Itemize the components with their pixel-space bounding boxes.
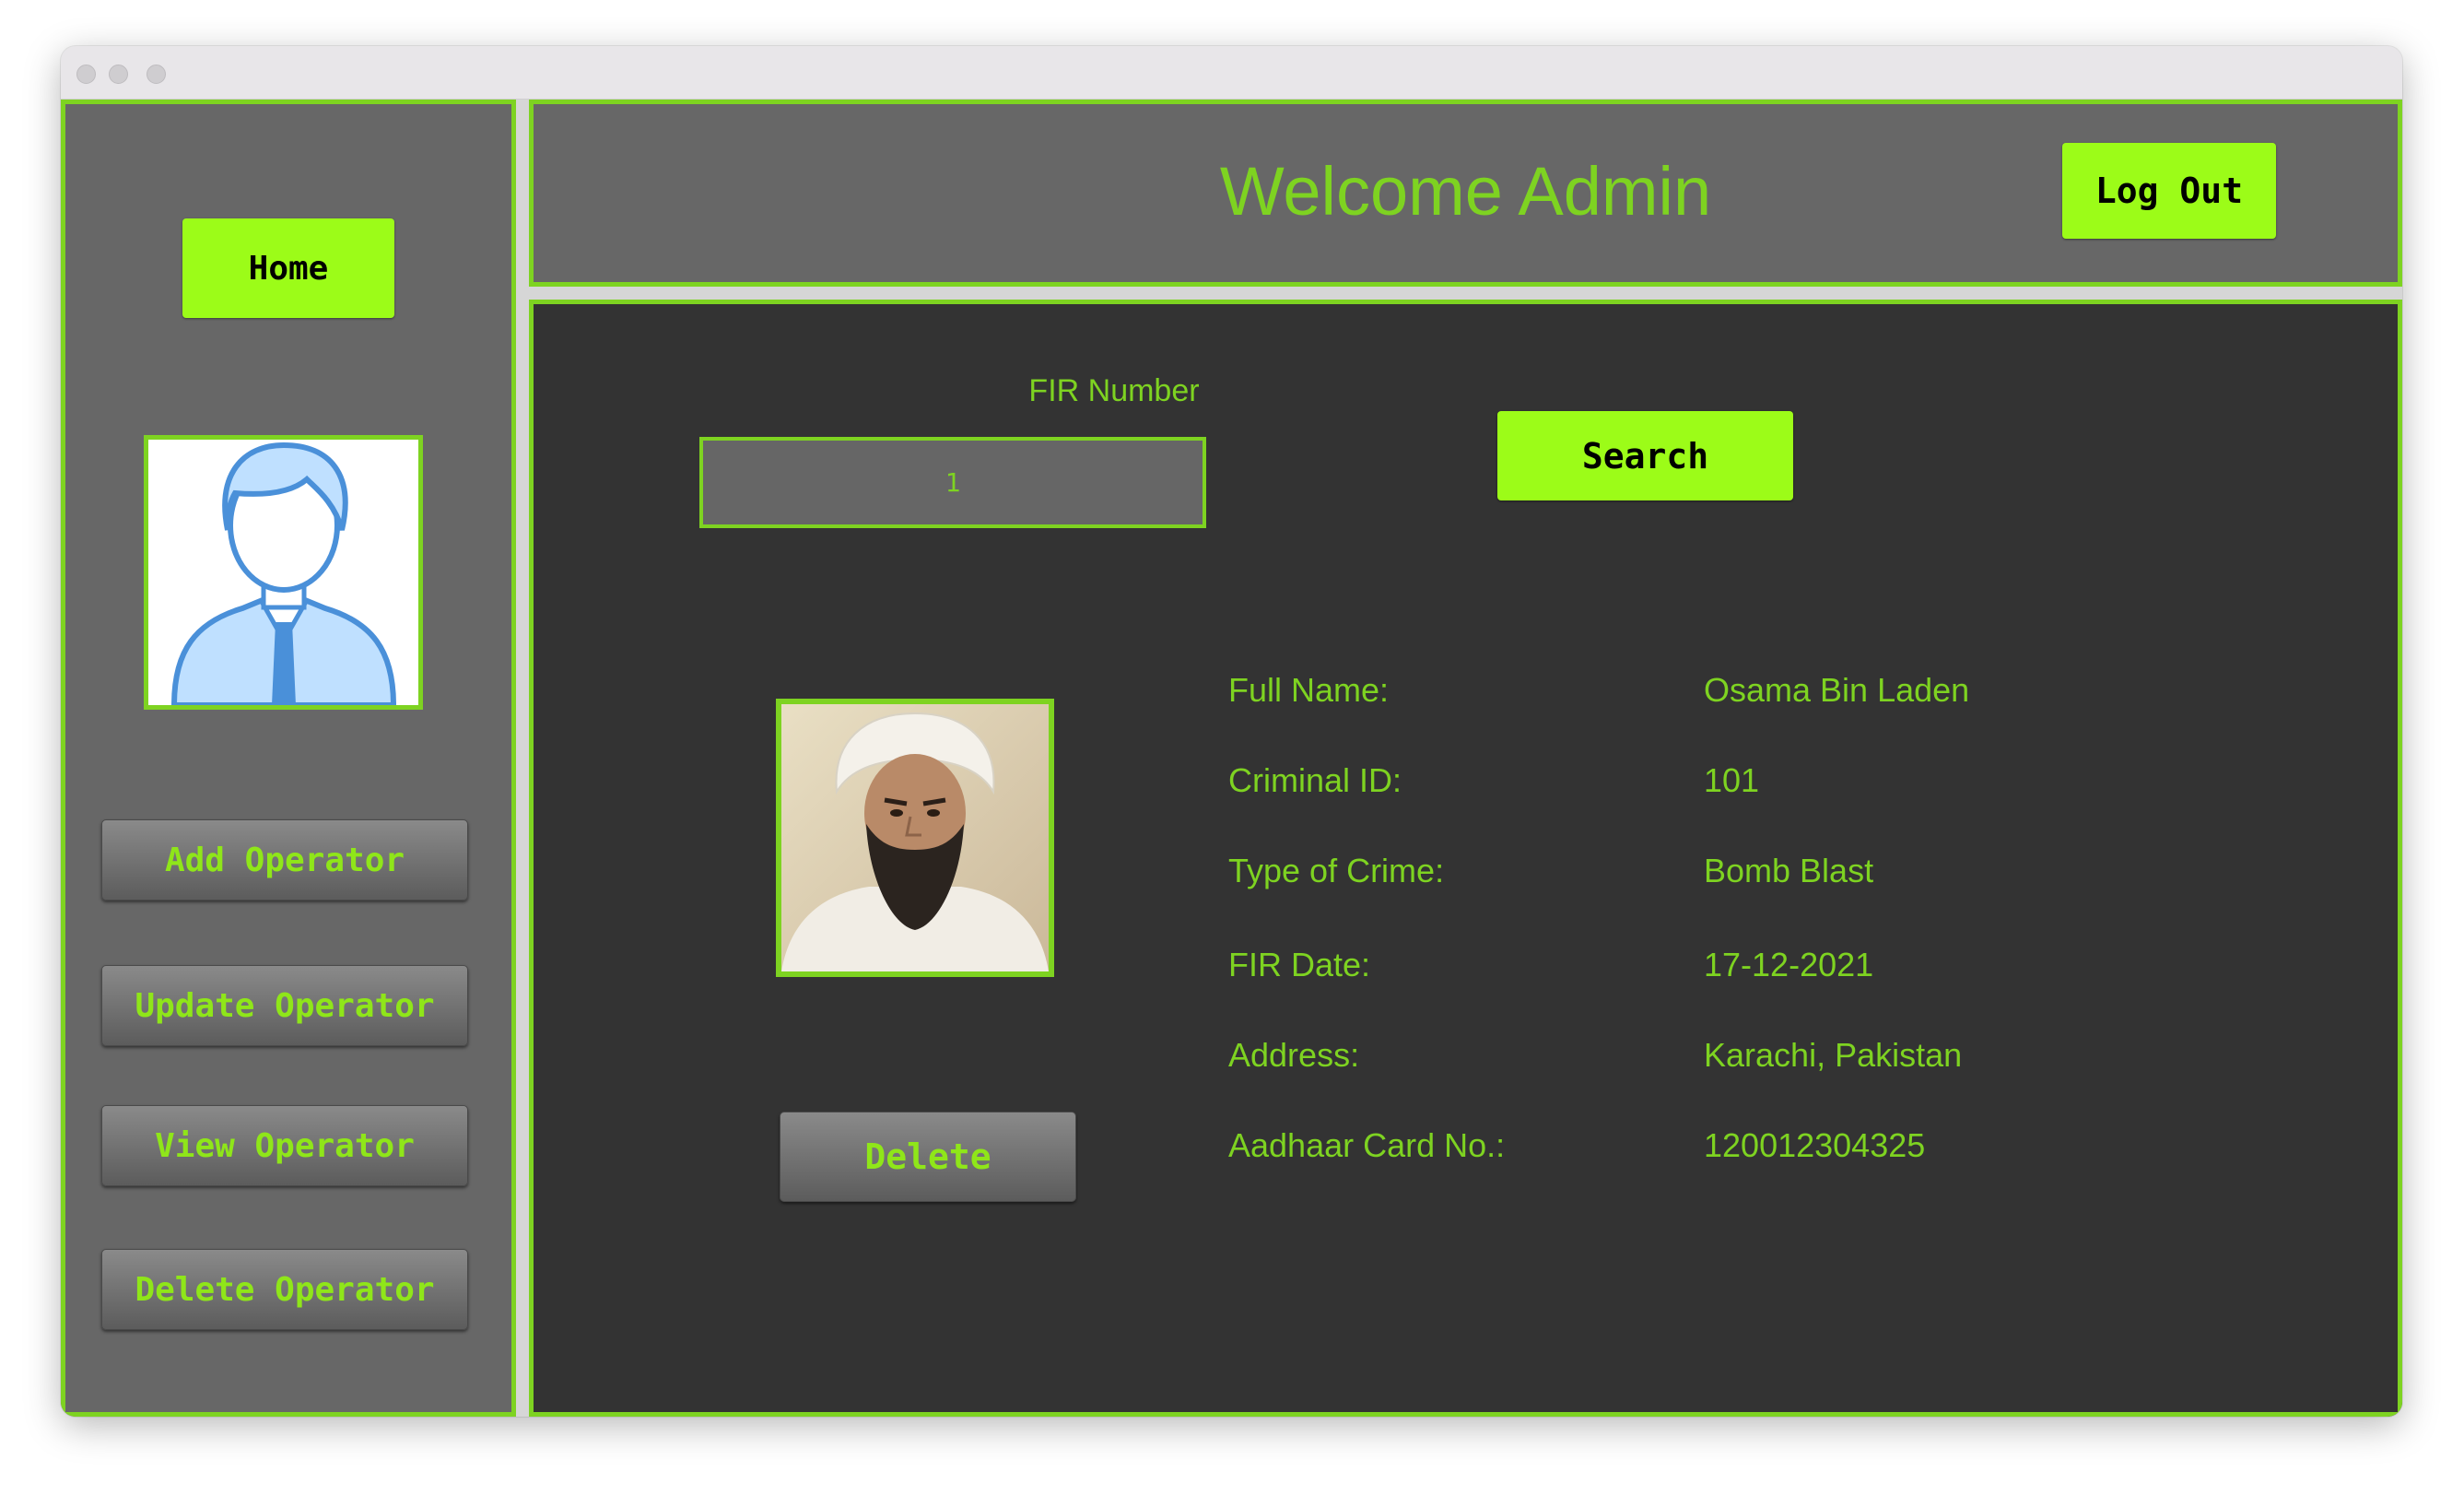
criminal-id-value: 101 [1704, 761, 1760, 799]
title-bar [61, 46, 2402, 100]
add-operator-button[interactable]: Add Operator [101, 819, 468, 901]
admin-avatar [144, 435, 423, 710]
delete-record-button[interactable]: Delete [780, 1112, 1076, 1202]
criminal-id-label: Criminal ID: [1228, 761, 1402, 799]
crime-type-value: Bomb Blast [1704, 852, 1874, 889]
main-content: FIR Number Search [529, 300, 2402, 1417]
user-avatar-icon [170, 441, 396, 705]
app-window: Home Add Operator Update Operator View O… [61, 46, 2402, 1417]
view-operator-button[interactable]: View Operator [101, 1105, 468, 1186]
home-button[interactable]: Home [182, 218, 394, 318]
full-name-value: Osama Bin Laden [1704, 671, 1970, 709]
sidebar: Home Add Operator Update Operator View O… [61, 100, 516, 1417]
update-operator-button[interactable]: Update Operator [101, 965, 468, 1046]
fir-number-label: FIR Number [1028, 373, 1200, 408]
header-bar: Welcome Admin Log Out [529, 100, 2402, 287]
fir-number-input[interactable] [699, 437, 1206, 528]
close-window-button[interactable] [76, 65, 96, 84]
address-value: Karachi, Pakistan [1704, 1036, 1963, 1074]
fir-date-label: FIR Date: [1228, 946, 1371, 983]
aadhaar-value: 120012304325 [1704, 1126, 1926, 1164]
suspect-photo-graphic [781, 704, 1049, 971]
minimize-window-button[interactable] [109, 65, 128, 84]
logout-button[interactable]: Log Out [2062, 143, 2276, 239]
fir-date-value: 17-12-2021 [1704, 946, 1874, 983]
maximize-window-button[interactable] [147, 65, 166, 84]
full-name-label: Full Name: [1228, 671, 1390, 709]
crime-type-label: Type of Crime: [1228, 852, 1445, 889]
aadhaar-label: Aadhaar Card No.: [1228, 1126, 1506, 1164]
search-button[interactable]: Search [1497, 411, 1793, 500]
suspect-photo [776, 699, 1054, 977]
address-label: Address: [1228, 1036, 1360, 1074]
delete-operator-button[interactable]: Delete Operator [101, 1249, 468, 1330]
